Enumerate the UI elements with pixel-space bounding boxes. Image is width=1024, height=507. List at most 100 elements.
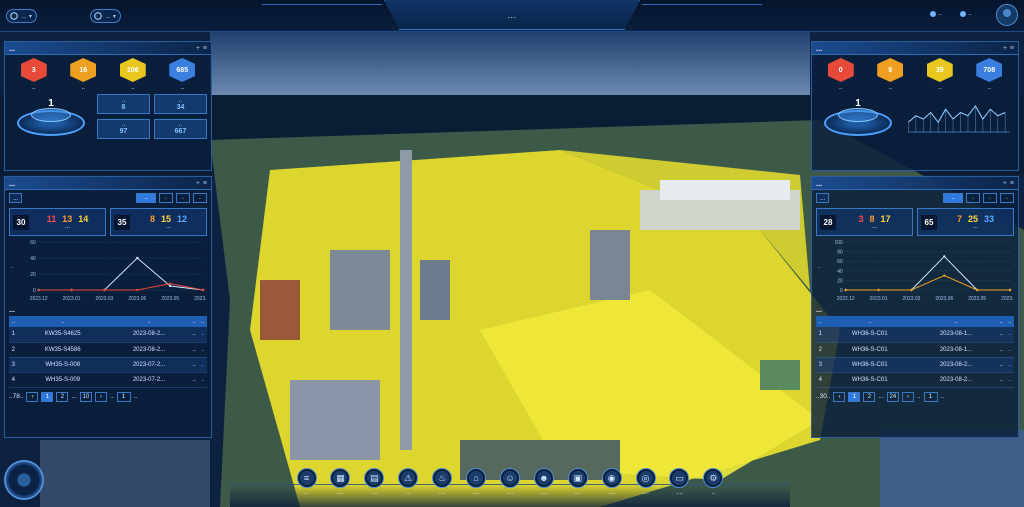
stat-card[interactable]: 65 7 25 33 ... [917,208,1014,236]
table-row[interactable]: 3 WH36-S-C01 2023-08-2....... [816,357,1014,373]
prev-page-button[interactable]: ‹ [26,391,39,402]
action-link[interactable]: .. [1005,342,1014,358]
avatar[interactable] [996,4,1018,26]
table-row[interactable]: 1 KW35-S4625 2023-08-2....... [9,327,207,343]
user-icon: ☻ [533,468,554,488]
table-row[interactable]: 4 WH36-S-C01 2023-08-2....... [816,372,1014,388]
filter-select[interactable]: ... [816,193,830,203]
plus-icon[interactable]: + [196,180,200,187]
dock-item[interactable]: ▤.... [358,468,391,507]
menu-icon[interactable]: ≡ [1010,180,1014,187]
unit-select[interactable]: .. ▾ [90,9,121,23]
left-fixed-risk-panel: ... + ≡ 3.. 16.. 106.. 685.. 1 .. 8 .. 34 .… [4,41,212,171]
dock-item[interactable]: ▦.... [324,468,357,507]
prev-page-button[interactable]: ‹ [833,391,846,402]
stat-total: 35 [114,214,130,230]
plus-icon[interactable]: + [1003,180,1007,187]
filter-select[interactable]: ... [9,193,23,203]
page-button[interactable]: 1 [848,391,861,402]
risk-cube-medium[interactable]: 106.. [111,58,155,91]
page-button[interactable]: 10 [79,391,92,402]
compass-icon[interactable] [4,460,44,500]
dock-item[interactable]: ☺.... [493,468,526,507]
action-link[interactable]: .. [1005,327,1014,343]
page-button[interactable]: 24 [886,391,899,402]
table-row[interactable]: 4 WH35-S-009 2023-07-2....... [9,372,207,388]
page-button[interactable]: 2 [56,391,69,402]
tab-month[interactable]: . [983,193,997,203]
cube-label: .. [81,84,86,91]
menu-icon[interactable]: ≡ [1010,45,1014,52]
cell: WH35-S-009 [17,372,108,388]
dock-item[interactable]: ⚠... [392,468,425,507]
area-select-label: .. [22,12,26,20]
stat-card[interactable]: 28 3 8 17 ... [816,208,913,236]
tab-week[interactable]: . [159,193,173,203]
panel-title: ... [816,178,823,188]
home-link[interactable]: .. [930,10,942,17]
tab-month[interactable]: . [176,193,190,203]
series-point [1008,288,1012,292]
cell: 2023-08-2... [914,372,998,388]
table-row[interactable]: 2 KW35-S4586 2023-08-2....... [9,342,207,358]
logout-link[interactable]: .. [960,10,972,17]
tab-week[interactable]: . [966,193,980,203]
level-card[interactable]: .. 667 [154,118,207,139]
menu-icon[interactable]: ≡ [203,180,207,187]
stat-orange: 8 [149,214,155,224]
home-icon [930,10,936,17]
tab-year[interactable]: . [1000,193,1014,203]
dock-item[interactable]: ▣.... [561,468,594,507]
page-button[interactable]: 1 [41,391,54,402]
level-card[interactable]: .. 97 [97,118,150,139]
level-card[interactable]: .. 34 [154,94,207,114]
risk-cube-low[interactable]: 708.. [967,58,1011,91]
dock-item[interactable]: ▭.... [663,468,696,507]
trend-chart: .. 100 80 60 40 20 0 2022.12 2023.01 2023.03 2023.… [812,238,1019,304]
dock-item-label: .... [472,490,480,496]
table-row[interactable]: 3 WH35-S-008 2023-07-2....... [9,357,207,373]
dock-item-label: ... [405,490,411,496]
page-input[interactable]: 1 [923,391,938,402]
stat-card[interactable]: 35 8 15 12 ... [110,208,207,236]
risk-cube-low[interactable]: 685.. [160,58,204,91]
page-button[interactable]: 2 [863,391,876,402]
table-row[interactable]: 2 WH36-S-C01 2023-08-1....... [816,342,1014,358]
dock-item[interactable]: ◉.... [595,468,628,507]
stat-red: 11 [46,214,57,224]
podium-value: 1 [855,98,861,109]
risk-cube-major[interactable]: 0.. [819,58,863,91]
next-page-button[interactable]: › [94,391,107,402]
action-link[interactable]: .. [1005,372,1014,388]
dock-item[interactable]: ☻.... [527,468,560,507]
stat-yellow: 17 [880,214,891,224]
next-page-button[interactable]: › [901,391,914,402]
risk-cube-high[interactable]: 9.. [868,58,912,91]
page-input[interactable]: 1 [116,391,131,402]
action-link[interactable]: .. [198,342,207,358]
stat-card[interactable]: 30 11 13 14 ... [9,208,106,236]
action-link[interactable]: .. [198,327,207,343]
plus-icon[interactable]: + [196,45,200,52]
dock-item[interactable]: ◎.... [629,468,662,507]
menu-icon[interactable]: ≡ [203,45,207,52]
action-link[interactable]: .. [198,357,207,373]
tab-year[interactable]: . [193,193,207,203]
dock-item[interactable]: ⚙.. [697,468,730,507]
dock-item[interactable]: ≡... [290,468,323,507]
risk-cube-major[interactable]: 3.. [12,58,56,91]
cube-value: 685 [169,58,196,82]
action-link[interactable]: .. [1005,357,1014,373]
level-card[interactable]: .. 8 [97,94,150,114]
table-row[interactable]: 1 WH36-S-C01 2023-08-1....... [816,327,1014,343]
dock-item[interactable]: ⌂.... [460,468,493,507]
area-select[interactable]: .. ▾ [6,9,37,23]
action-link[interactable]: .. [198,372,207,388]
risk-cube-medium[interactable]: 39.. [918,58,962,91]
cell: .. [997,342,1006,358]
tab-today[interactable]: .. [943,193,963,203]
tab-today[interactable]: .. [136,193,156,203]
dock-item[interactable]: ♨.... [426,468,459,507]
risk-cube-high[interactable]: 16.. [61,58,105,91]
plus-icon[interactable]: + [1003,45,1007,52]
